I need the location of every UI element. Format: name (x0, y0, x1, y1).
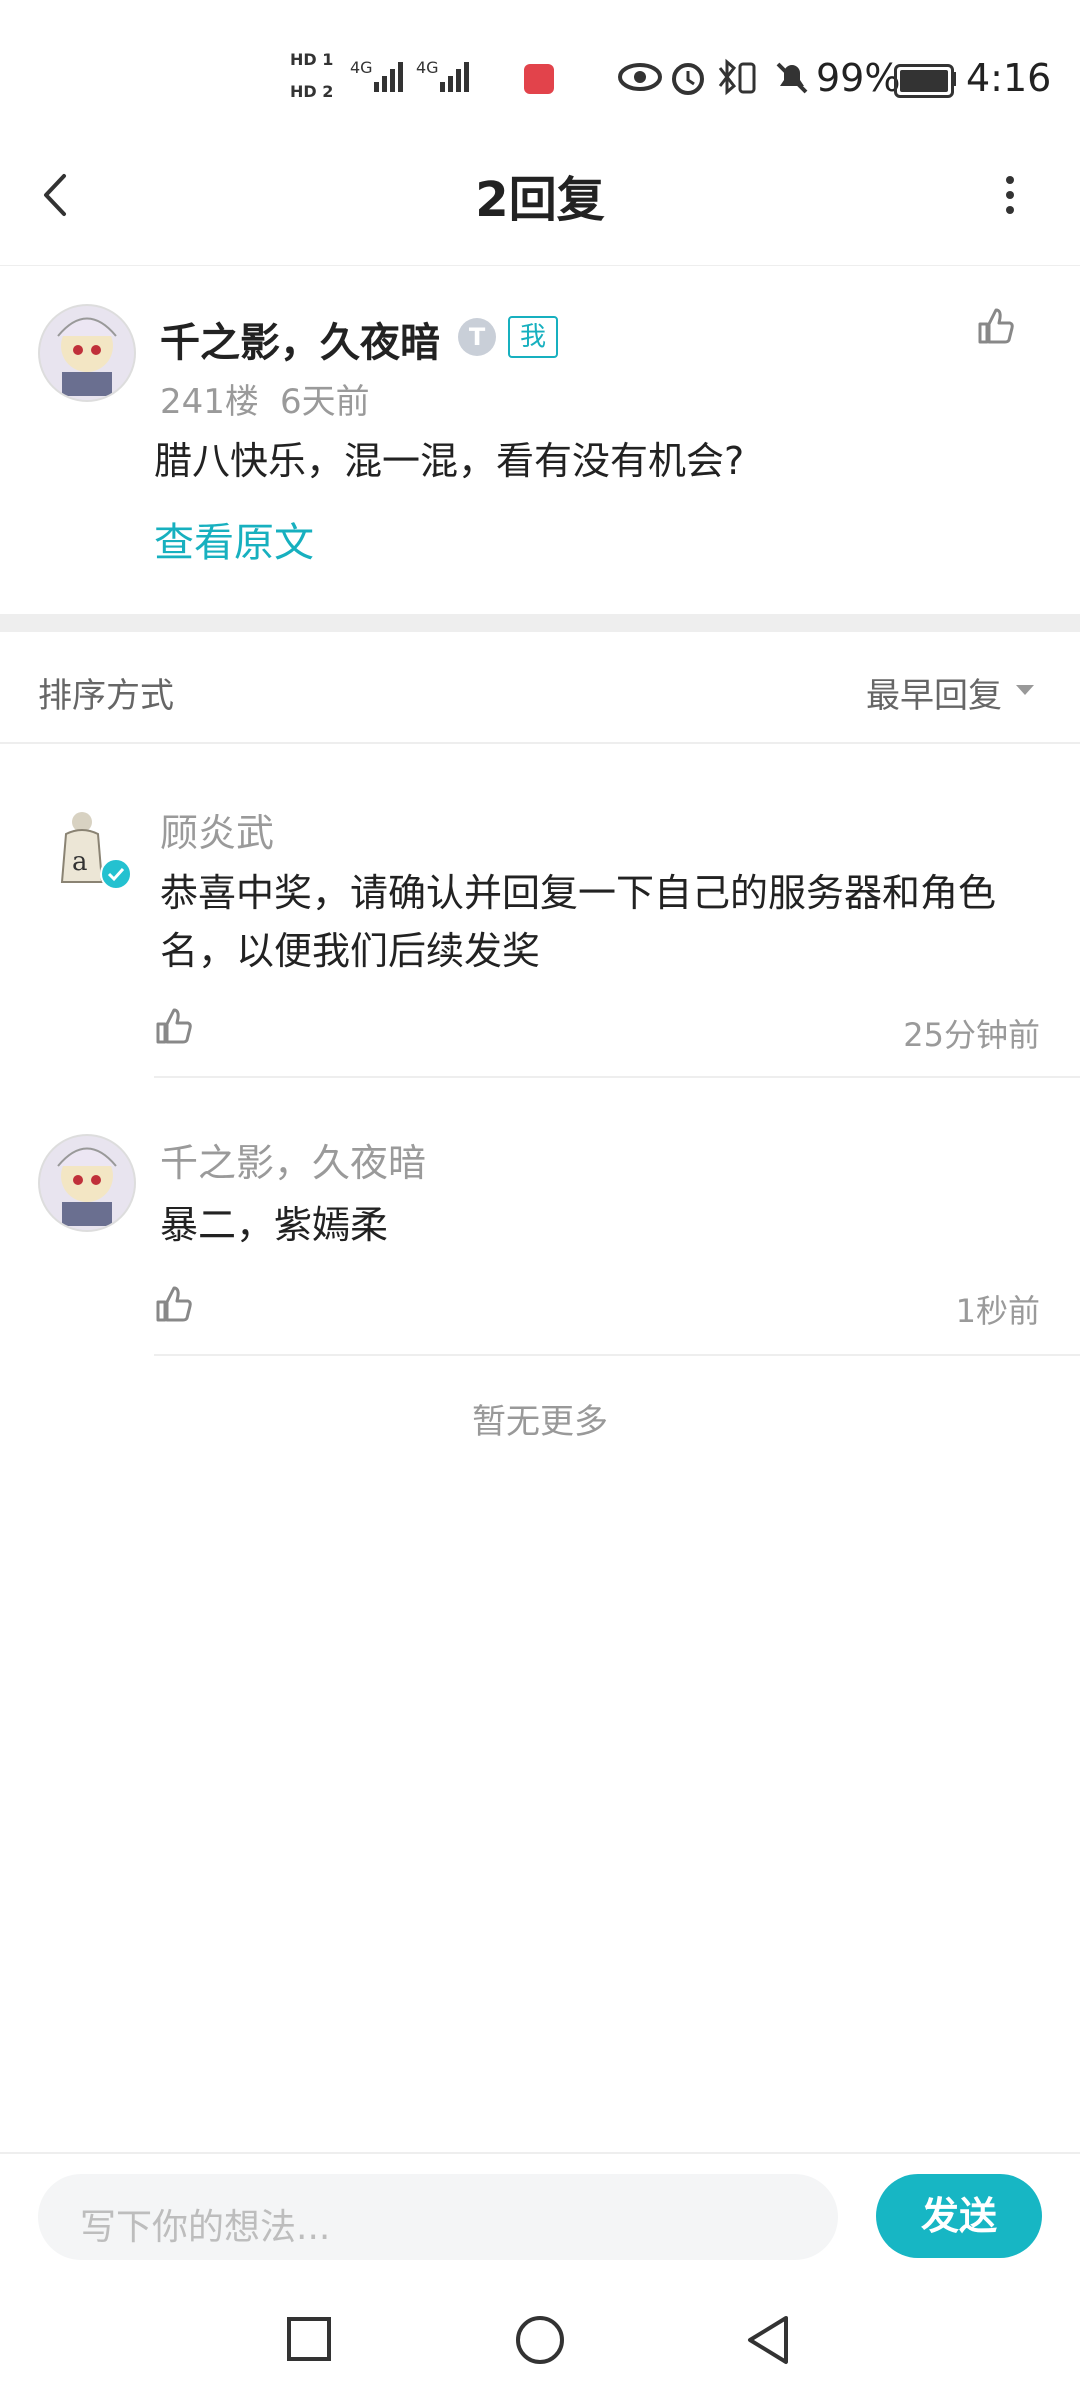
sim1-label: HD 1 (290, 50, 334, 69)
section-divider (0, 614, 1080, 632)
send-button[interactable]: 发送 (876, 2174, 1042, 2258)
sort-bar: 排序方式 最早回复 (0, 632, 1080, 744)
battery-icon (894, 64, 954, 98)
sim-indicator: HD 1 HD 2 (290, 50, 333, 102)
reply-content: 恭喜中奖，请确认并回复一下自己的服务器和角色名，以便我们后续发奖 (160, 871, 997, 973)
home-icon[interactable] (514, 2314, 566, 2366)
mute-bell-icon (776, 62, 808, 94)
network-type-1: 4G (350, 58, 373, 77)
like-icon[interactable] (976, 306, 1016, 346)
like-icon[interactable] (154, 1006, 194, 1046)
reply-author-name[interactable]: 顾炎武 (160, 802, 274, 857)
alarm-icon (672, 63, 704, 95)
reply-separator (154, 1354, 1080, 1356)
system-nav-bar (0, 2284, 1080, 2400)
svg-text:a: a (72, 847, 88, 877)
chevron-down-icon[interactable] (1014, 682, 1036, 698)
signal-icon-1 (374, 62, 403, 92)
sim2-label: HD 2 (290, 82, 334, 101)
floor-number: 241楼 (160, 382, 259, 422)
reply-author-name[interactable]: 千之影，久夜暗 (160, 1132, 426, 1187)
signal-icon-2 (440, 62, 469, 92)
reply-time: 1秒前 (955, 1292, 1040, 1330)
post-time: 6天前 (280, 382, 370, 422)
reply-item: a 顾炎武 恭喜中奖，请确认并回复一下自己的服务器和角色名，以便我们后续发奖 2… (0, 744, 1080, 1078)
no-more-text: 暂无更多 (472, 1402, 608, 1442)
original-post: 千之影，久夜暗 T 我 241楼 6天前 腊八快乐，混一混，看有没有机会? 查看… (0, 266, 1080, 614)
status-bar: HD 1 HD 2 4G 4G 99% 4:16 (0, 0, 1080, 150)
me-badge: 我 (508, 316, 559, 358)
back-nav-icon[interactable] (744, 2314, 792, 2366)
clock: 4:16 (966, 56, 1052, 100)
sort-dropdown[interactable]: 最早回复 (866, 668, 1002, 717)
book-app-icon (524, 64, 554, 94)
author-avatar[interactable] (38, 1134, 136, 1232)
battery-tip (952, 72, 956, 86)
recent-apps-icon[interactable] (286, 2316, 332, 2362)
eye-icon (618, 63, 662, 91)
page-title: 2回复 (475, 172, 605, 228)
reply-time: 25分钟前 (903, 1016, 1040, 1054)
view-original-link[interactable]: 查看原文 (154, 510, 314, 568)
comment-input-placeholder[interactable]: 写下你的想法... (80, 2198, 330, 2250)
author-avatar[interactable] (38, 304, 136, 402)
level-badge-icon: T (458, 318, 496, 356)
reply-item: 千之影，久夜暗 暴二，紫嫣柔 1秒前 (0, 1078, 1080, 1356)
more-options-icon[interactable] (998, 172, 1022, 218)
battery-percent: 99% (816, 56, 901, 100)
sort-label: 排序方式 (38, 676, 174, 716)
verified-icon (100, 858, 132, 890)
post-content: 腊八快乐，混一混，看有没有机会? (154, 439, 745, 483)
reply-content: 暴二，紫嫣柔 (160, 1203, 389, 1247)
network-type-2: 4G (416, 58, 439, 77)
bluetooth-battery-icon (718, 58, 756, 96)
like-icon[interactable] (154, 1284, 194, 1324)
author-name[interactable]: 千之影，久夜暗 (160, 310, 440, 368)
